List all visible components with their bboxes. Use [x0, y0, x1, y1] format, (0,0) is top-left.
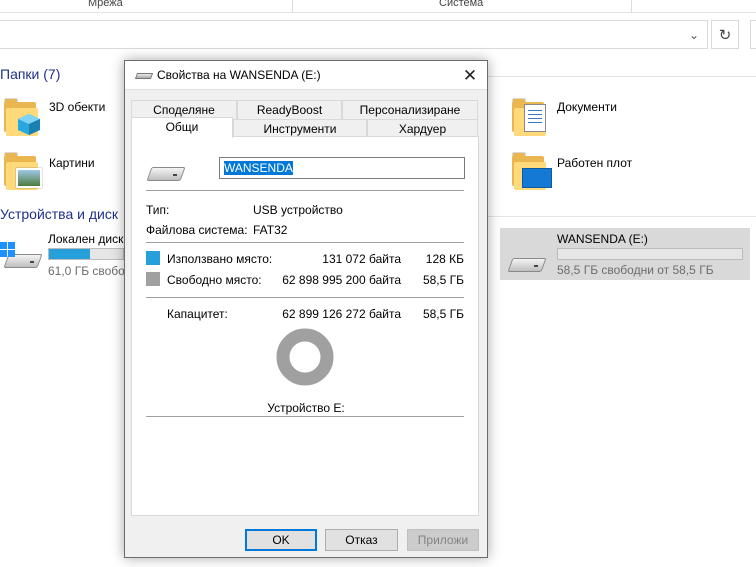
dialog-title: Свойства на WANSENDA (E:): [157, 68, 321, 82]
ribbon-group-strip: Мрежа Система: [0, 0, 756, 13]
used-space-label: Използвано място:: [167, 252, 273, 266]
used-space-bytes: 131 072 байта: [322, 252, 401, 266]
file-system-value: FAT32: [253, 223, 288, 237]
dialog-titlebar[interactable]: Свойства на WANSENDA (E:) ✕: [125, 61, 487, 90]
windows-logo-icon: [0, 242, 15, 257]
type-value: USB устройство: [253, 203, 343, 217]
folder-label[interactable]: Документи: [557, 100, 617, 114]
used-space-size: 128 КБ: [425, 252, 464, 266]
free-space-bytes: 62 898 995 200 байта: [282, 273, 401, 287]
refresh-icon[interactable]: ↻: [711, 20, 739, 49]
free-space-label: Свободно място:: [167, 273, 262, 287]
divider: [146, 190, 464, 191]
capacity-bytes: 62 899 126 272 байта: [282, 307, 401, 321]
drive-free-text: 61,0 ГБ свобо: [48, 264, 125, 278]
usb-drive-icon: [146, 163, 186, 183]
section-divider: [488, 76, 756, 77]
drive-usage-bar: [557, 248, 743, 260]
chevron-down-icon[interactable]: ⌄: [686, 27, 702, 43]
drive-name-input[interactable]: WANSENDA: [219, 157, 465, 179]
ok-button[interactable]: OK: [245, 529, 317, 551]
close-icon[interactable]: ✕: [453, 61, 487, 90]
folder-icon[interactable]: [2, 96, 40, 136]
free-space-swatch: [146, 272, 160, 286]
used-space-swatch: [146, 251, 160, 265]
address-bar[interactable]: [0, 20, 708, 49]
picture-icon: [16, 168, 42, 188]
apply-button[interactable]: Приложи: [407, 529, 479, 551]
ribbon-group-network: Мрежа: [88, 0, 123, 9]
device-label: Устройство E:: [267, 401, 345, 415]
general-tab-panel: [131, 136, 479, 516]
usb-drive-icon[interactable]: [507, 254, 547, 274]
document-icon: [524, 104, 546, 132]
divider: [146, 297, 464, 298]
cube-icon: [18, 114, 40, 135]
folder-label[interactable]: Картини: [49, 156, 95, 170]
usage-donut-chart: [276, 328, 334, 386]
tab-readyboost[interactable]: ReadyBoost: [237, 100, 342, 119]
tab-customize[interactable]: Персонализиране: [342, 100, 478, 119]
ribbon-group-system: Система: [439, 0, 484, 9]
desktop-icon: [522, 168, 552, 188]
devices-heading[interactable]: Устройства и диск: [0, 206, 118, 222]
folder-label[interactable]: Работен плот: [557, 156, 632, 170]
folder-label[interactable]: 3D обекти: [49, 100, 105, 114]
divider: [146, 242, 464, 243]
section-divider: [488, 216, 756, 217]
folder-icon[interactable]: [510, 96, 546, 136]
donut-free-segment: [276, 328, 334, 386]
ribbon-separator: [631, 0, 632, 13]
divider: [146, 416, 464, 417]
search-input[interactable]: [750, 20, 756, 49]
folder-icon[interactable]: [2, 150, 42, 190]
capacity-label: Капацитет:: [167, 307, 228, 321]
capacity-size: 58,5 ГБ: [422, 307, 464, 321]
drive-name[interactable]: Локален диск: [48, 232, 123, 246]
free-space-size: 58,5 ГБ: [422, 273, 464, 287]
ribbon-separator: [292, 0, 293, 13]
drive-name[interactable]: WANSENDA (E:): [557, 232, 648, 246]
folder-icon[interactable]: [510, 150, 552, 190]
drive-usage-bar: [48, 248, 124, 260]
properties-dialog: Свойства на WANSENDA (E:) ✕ Споделяне Re…: [124, 60, 488, 558]
cancel-button[interactable]: Отказ: [325, 529, 398, 551]
folders-heading[interactable]: Папки (7): [0, 66, 60, 82]
type-label: Тип:: [146, 203, 170, 217]
usb-drive-icon: [134, 70, 154, 82]
tab-general[interactable]: Общи: [131, 117, 233, 138]
file-system-label: Файлова система:: [146, 223, 248, 237]
drive-free-text: 58,5 ГБ свободни от 58,5 ГБ: [557, 263, 714, 277]
